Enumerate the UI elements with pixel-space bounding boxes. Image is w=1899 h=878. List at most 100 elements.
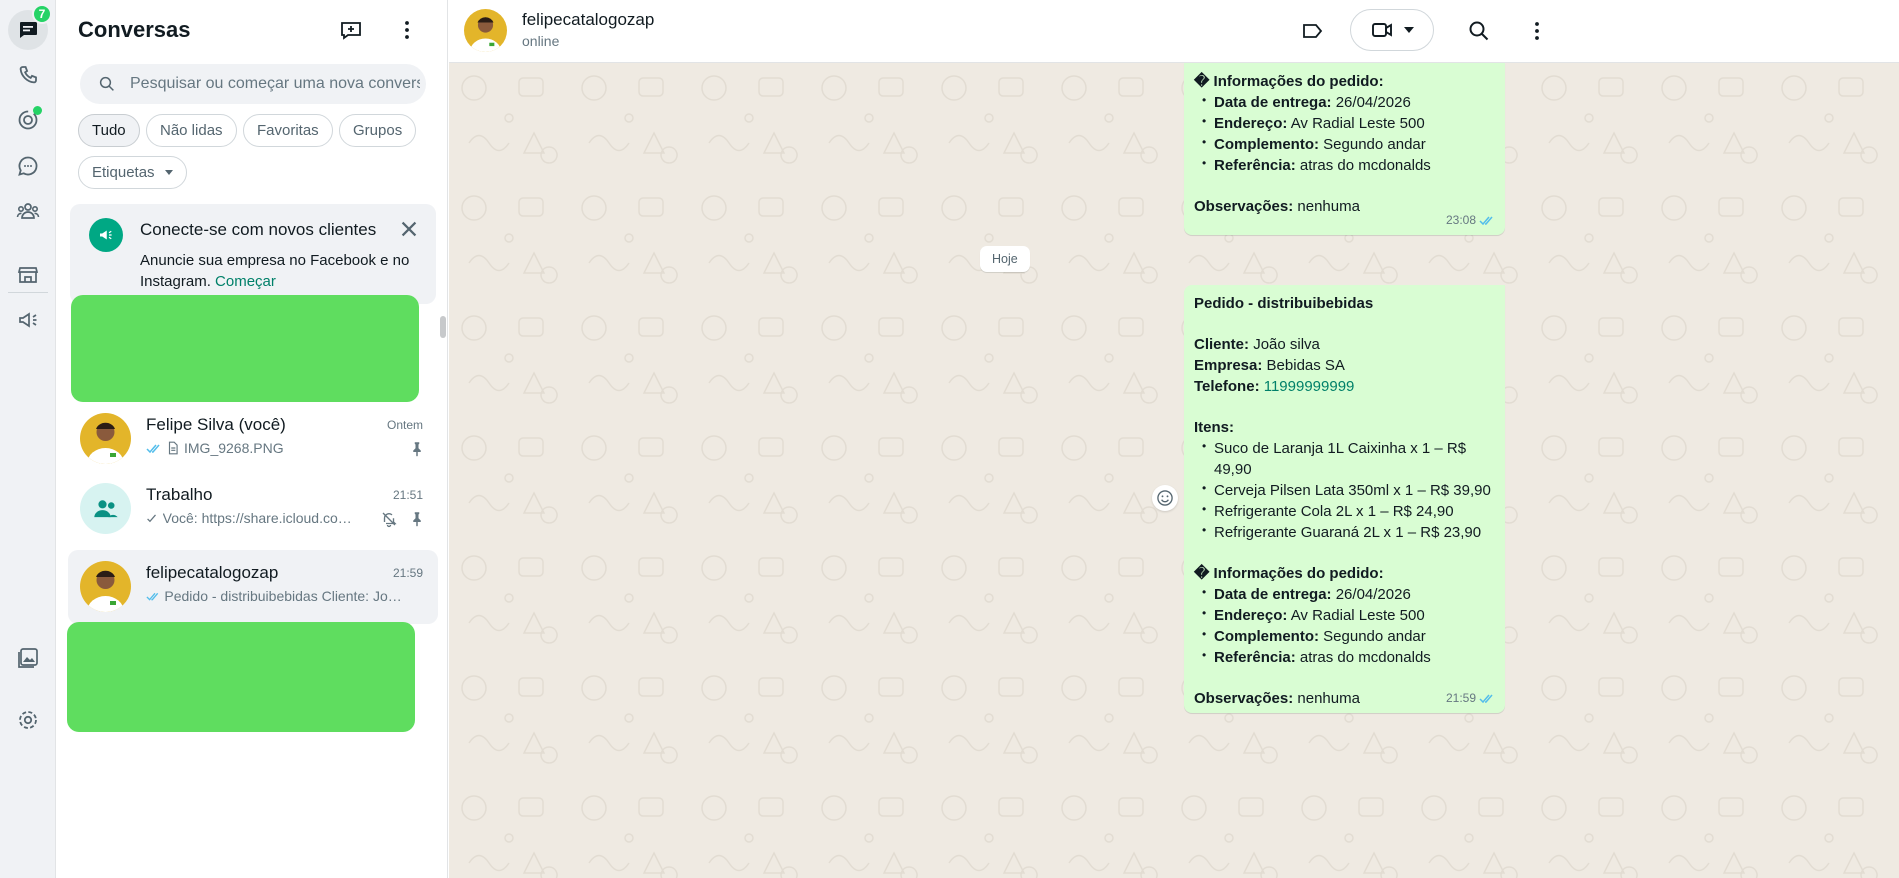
message-line: Data de entrega: 26/04/2026 — [1194, 90, 1495, 113]
filter-chip-favorites[interactable]: Favoritas — [243, 114, 333, 147]
search-icon — [1469, 21, 1489, 41]
promo-close-button[interactable] — [398, 218, 420, 240]
wallpaper-doodle-pattern — [449, 63, 1899, 878]
self-suffix: (você) — [238, 415, 286, 434]
chat-item-felipe-silva[interactable]: Felipe Silva (você) Ontem IMG_9268.PNG — [68, 402, 438, 476]
promo-card: Conecte-se com novos clientes Anuncie su… — [70, 204, 436, 304]
conversation-header: felipecatalogozap online — [449, 0, 1899, 63]
settings-nav-button[interactable] — [8, 700, 48, 740]
chat-status-icons — [380, 510, 426, 528]
video-camera-icon — [1372, 23, 1392, 37]
contact-name[interactable]: felipecatalogozap — [522, 10, 654, 30]
chat-time: 21:59 — [392, 566, 423, 580]
chat-preview: IMG_9268.PNG — [146, 440, 396, 456]
chevron-down-icon — [1404, 27, 1414, 33]
calls-icon — [19, 66, 37, 84]
chat-menu-button[interactable] — [1522, 16, 1552, 46]
message-line: Referência: atras do mcdonalds — [1194, 645, 1495, 668]
label-icon — [1303, 24, 1323, 38]
message-time: 23:08 — [1445, 213, 1476, 227]
avatar — [80, 483, 131, 534]
message-line: Complemento: Segundo andar — [1194, 132, 1495, 155]
phone-link[interactable]: 11999999999 — [1264, 378, 1355, 395]
chat-preview: Você: https://share.icloud.com/photos/0 — [146, 510, 356, 526]
order-item: Suco de Laranja 1L Caixinha x 1 – R$ 49,… — [1194, 436, 1495, 480]
outgoing-message[interactable]: Pedido - distribuibebidas Cliente: João … — [1184, 285, 1505, 713]
search-box — [80, 64, 426, 104]
search-chat-button[interactable] — [1464, 16, 1494, 46]
chat-name: felipecatalogozap — [146, 563, 279, 582]
order-item: Refrigerante Cola 2L x 1 – R$ 24,90 — [1194, 499, 1495, 522]
date-divider: Hoje — [980, 246, 1030, 272]
list-menu-button[interactable] — [393, 16, 421, 44]
items-heading: Itens: — [1194, 419, 1235, 436]
chat-name: Felipe Silva (você) — [146, 415, 286, 434]
status-nav-button[interactable] — [8, 100, 48, 140]
new-chat-button[interactable] — [337, 16, 365, 44]
order-info-heading: � Informações do pedido: — [1194, 73, 1384, 90]
chats-nav-button[interactable]: 7 — [8, 4, 52, 50]
double-check-icon — [1479, 216, 1493, 226]
conversation-panel: felipecatalogozap online � Informações d… — [449, 0, 1899, 878]
megaphone-badge-icon — [89, 218, 123, 252]
message-time: 21:59 — [1445, 691, 1476, 705]
order-item: Cerveja Pilsen Lata 350ml x 1 – R$ 39,90 — [1194, 478, 1495, 501]
channels-nav-button[interactable] — [8, 146, 48, 186]
media-nav-button[interactable] — [8, 638, 48, 678]
chat-name: Trabalho — [146, 485, 213, 504]
message-line: Complemento: Segundo andar — [1194, 624, 1495, 647]
catalog-icon — [17, 267, 39, 283]
order-info-heading: � Informações do pedido: — [1194, 565, 1384, 582]
double-check-icon — [146, 444, 160, 453]
chevron-down-icon — [164, 170, 173, 175]
message-meta: 21:59 — [1446, 688, 1495, 709]
outgoing-message[interactable]: � Informações do pedido: Data de entrega… — [1184, 63, 1505, 235]
channels-icon — [18, 156, 38, 176]
promo-body: Anuncie sua empresa no Facebook e no Ins… — [140, 250, 420, 292]
new-chat-icon — [341, 22, 361, 40]
panel-title: Conversas — [78, 17, 191, 42]
chat-preview: Pedido - distribuibebidas Cliente: João … — [146, 588, 408, 604]
group-icon — [93, 499, 118, 517]
contact-avatar[interactable] — [464, 9, 507, 52]
ads-nav-button[interactable] — [8, 300, 48, 340]
communities-icon — [16, 203, 40, 219]
filter-chip-groups[interactable]: Grupos — [339, 114, 417, 147]
person-photo-icon — [87, 422, 124, 464]
chat-status-icons — [408, 440, 426, 458]
call-button[interactable] — [1350, 9, 1434, 51]
promo-start-link[interactable]: Começar — [215, 273, 276, 290]
megaphone-icon — [19, 312, 37, 328]
message-line: Telefone: 11999999999 — [1194, 378, 1355, 395]
chat-item-felipecatalogozap[interactable]: felipecatalogozap 21:59 Pedido - distrib… — [68, 550, 438, 624]
person-photo-icon — [87, 570, 124, 612]
media-icon — [18, 648, 38, 668]
contact-status: online — [522, 33, 560, 49]
communities-nav-button[interactable] — [8, 191, 48, 231]
chat-list-panel: Conversas Tudo Não lidas Favoritas Grupo… — [57, 0, 448, 878]
document-icon — [168, 441, 178, 455]
avatar — [80, 413, 131, 464]
redacted-chat-item — [67, 622, 415, 732]
pin-icon — [413, 442, 421, 457]
labels-button[interactable] — [1298, 16, 1328, 46]
labels-filter-label: Etiquetas — [92, 164, 155, 181]
chat-item-trabalho[interactable]: Trabalho 21:51 Você: https://share.iclou… — [68, 472, 438, 546]
filter-chip-all[interactable]: Tudo — [78, 114, 140, 147]
search-icon — [99, 76, 114, 91]
search-input[interactable] — [130, 75, 420, 93]
message-line: Data de entrega: 26/04/2026 — [1194, 582, 1495, 605]
message-meta: 23:08 — [1446, 210, 1495, 231]
message-line: Endereço: Av Radial Leste 500 — [1194, 111, 1495, 134]
promo-title: Conecte-se com novos clientes — [140, 220, 377, 239]
filter-chip-unread[interactable]: Não lidas — [146, 114, 237, 147]
labels-filter-dropdown[interactable]: Etiquetas — [78, 156, 187, 189]
calls-nav-button[interactable] — [8, 55, 48, 95]
pin-icon — [413, 512, 421, 527]
list-scrollbar[interactable] — [440, 316, 446, 338]
close-icon — [401, 221, 417, 237]
catalog-nav-button[interactable] — [8, 255, 48, 295]
person-photo-icon — [469, 17, 502, 52]
react-button[interactable] — [1152, 485, 1178, 511]
single-check-icon — [147, 514, 156, 522]
